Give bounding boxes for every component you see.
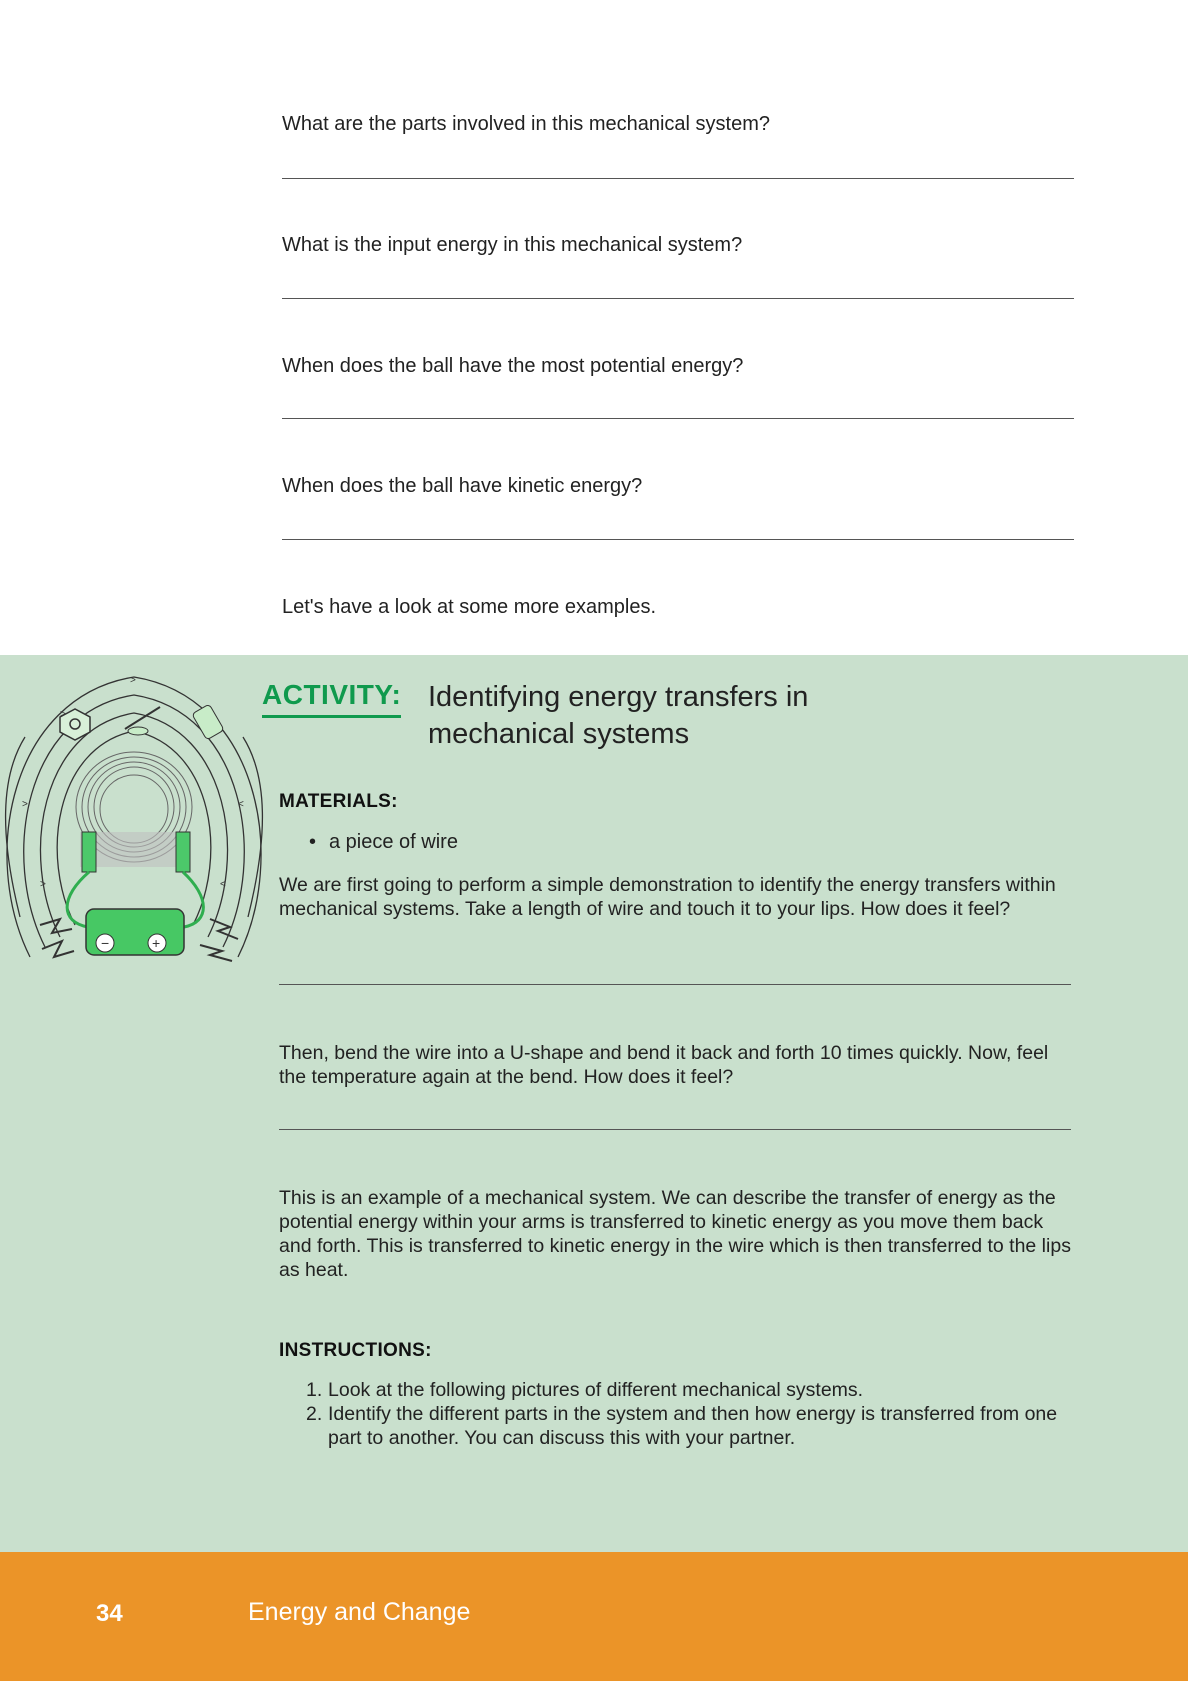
- footer-title: Energy and Change: [248, 1598, 471, 1626]
- list-item: 2. Identify the different parts in the s…: [306, 1402, 1066, 1450]
- activity-title: Identifying energy transfers in mechanic…: [428, 681, 809, 750]
- paragraph-3: This is an example of a mechanical syste…: [279, 1187, 1071, 1281]
- svg-text:+: +: [152, 935, 160, 951]
- list-item: 1. Look at the following pictures of dif…: [306, 1378, 1066, 1402]
- svg-text:−: −: [101, 935, 109, 951]
- question-3: When does the ball have the most potenti…: [282, 354, 1074, 419]
- page-footer: 34 Energy and Change: [0, 1552, 1188, 1681]
- battery-spring-illustration-icon: >< >> >> < − +: [4, 675, 264, 962]
- answer-line[interactable]: [282, 298, 1074, 299]
- question-4: When does the ball have kinetic energy?: [282, 474, 1074, 540]
- bullet-icon: •: [309, 831, 317, 853]
- svg-text:<: <: [220, 879, 226, 890]
- svg-text:<: <: [238, 799, 244, 810]
- materials-list-item: • a piece of wire: [309, 831, 458, 854]
- paragraph-2: Then, bend the wire into a U-shape and b…: [279, 1042, 1049, 1088]
- svg-text:>: >: [22, 799, 28, 810]
- step-text: Identify the different parts in the syst…: [328, 1403, 1058, 1449]
- material-text: a piece of wire: [329, 831, 458, 853]
- question-text: When does the ball have kinetic energy?: [282, 475, 643, 497]
- question-text: What are the parts involved in this mech…: [282, 113, 770, 135]
- instructions-heading: INSTRUCTIONS:: [279, 1340, 432, 1361]
- answer-line[interactable]: [279, 984, 1071, 985]
- page-number: 34: [96, 1600, 123, 1627]
- step-number: 2.: [306, 1403, 323, 1425]
- answer-line[interactable]: [279, 1129, 1071, 1130]
- question-text: What is the input energy in this mechani…: [282, 234, 743, 256]
- activity-panel: >< >> >> < − + ACTIVITY: Identi: [0, 655, 1188, 1552]
- svg-text:>: >: [40, 879, 46, 890]
- activity-label: ACTIVITY:: [262, 679, 402, 718]
- answer-line[interactable]: [282, 178, 1074, 179]
- question-2: What is the input energy in this mechani…: [282, 233, 1074, 299]
- step-number: 1.: [306, 1379, 323, 1401]
- paragraph-1: We are first going to perform a simple d…: [279, 874, 1056, 920]
- step-text: Look at the following pictures of differ…: [328, 1379, 864, 1401]
- answer-line[interactable]: [282, 418, 1074, 419]
- intro-text: Let's have a look at some more examples.: [282, 596, 657, 618]
- instructions-list: 1. Look at the following pictures of dif…: [306, 1378, 1066, 1450]
- materials-heading: MATERIALS:: [279, 791, 398, 812]
- answer-line[interactable]: [282, 539, 1074, 540]
- question-1: What are the parts involved in this mech…: [282, 112, 1074, 179]
- question-text: When does the ball have the most potenti…: [282, 355, 744, 377]
- svg-text:>: >: [130, 675, 136, 686]
